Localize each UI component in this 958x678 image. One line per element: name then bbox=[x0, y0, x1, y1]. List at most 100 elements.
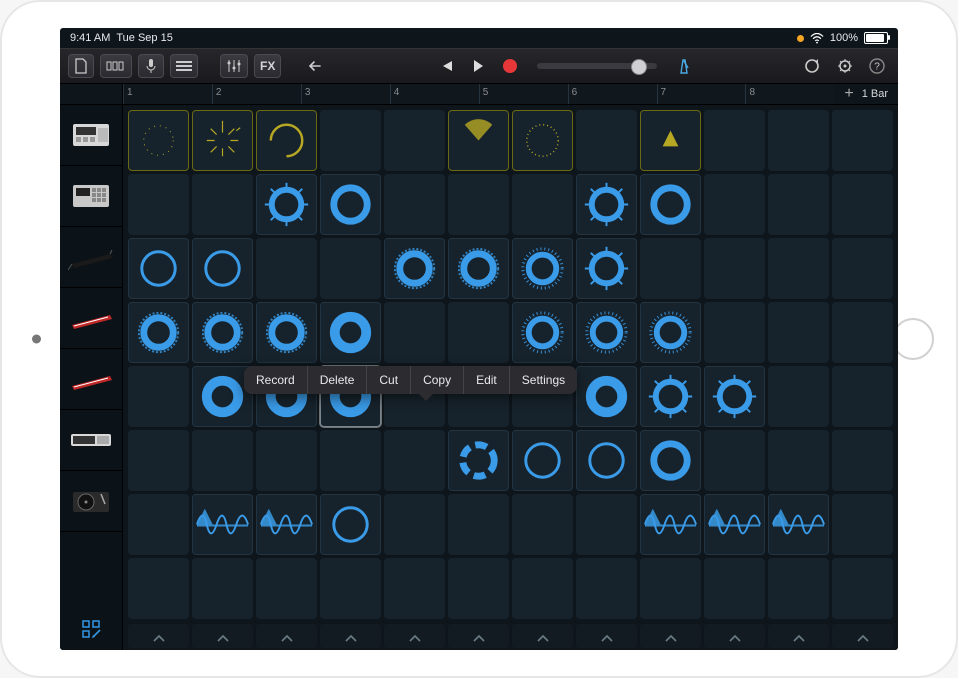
loop-cell[interactable] bbox=[832, 302, 893, 363]
loop-cell[interactable] bbox=[832, 494, 893, 555]
loop-cell-filled[interactable] bbox=[704, 494, 765, 555]
loop-cell[interactable] bbox=[704, 110, 765, 171]
loop-cell-filled[interactable] bbox=[512, 238, 573, 299]
loop-cell-filled[interactable] bbox=[128, 302, 189, 363]
track-header-keyboard-red-1[interactable] bbox=[60, 288, 122, 349]
loop-cell-filled[interactable] bbox=[640, 302, 701, 363]
loop-cell-filled[interactable] bbox=[576, 302, 637, 363]
record-button[interactable] bbox=[497, 54, 523, 78]
context-menu-item-cut[interactable]: Cut bbox=[367, 366, 411, 394]
master-volume-slider[interactable] bbox=[537, 63, 657, 69]
loop-cell[interactable] bbox=[704, 302, 765, 363]
my-songs-button[interactable] bbox=[68, 54, 94, 78]
loop-cell[interactable] bbox=[320, 110, 381, 171]
browser-button[interactable] bbox=[100, 54, 132, 78]
column-trigger[interactable] bbox=[384, 624, 445, 648]
loop-cell-filled[interactable] bbox=[192, 494, 253, 555]
loop-cell[interactable] bbox=[128, 174, 189, 235]
loop-cell[interactable] bbox=[512, 494, 573, 555]
track-header-keyboard-red-2[interactable] bbox=[60, 349, 122, 410]
loop-cell[interactable] bbox=[768, 366, 829, 427]
loop-cell-filled[interactable] bbox=[512, 110, 573, 171]
loop-cell-filled[interactable] bbox=[192, 110, 253, 171]
loop-cell-filled[interactable] bbox=[640, 494, 701, 555]
metronome-button[interactable] bbox=[671, 54, 697, 78]
loop-cell[interactable] bbox=[832, 238, 893, 299]
loop-cell-filled[interactable] bbox=[640, 174, 701, 235]
loop-cell[interactable] bbox=[768, 302, 829, 363]
loop-cell[interactable] bbox=[192, 174, 253, 235]
loop-cell-filled[interactable] bbox=[256, 174, 317, 235]
loop-cell-filled[interactable] bbox=[704, 366, 765, 427]
column-trigger[interactable] bbox=[256, 624, 317, 648]
loop-cell[interactable] bbox=[256, 430, 317, 491]
settings-button[interactable] bbox=[832, 54, 858, 78]
loop-cell-filled[interactable] bbox=[576, 238, 637, 299]
loop-cell[interactable] bbox=[768, 430, 829, 491]
loop-cell[interactable] bbox=[384, 430, 445, 491]
loop-cell[interactable] bbox=[384, 494, 445, 555]
context-menu-item-record[interactable]: Record bbox=[244, 366, 308, 394]
loop-cell[interactable] bbox=[832, 174, 893, 235]
context-menu-item-delete[interactable]: Delete bbox=[308, 366, 368, 394]
loop-cell[interactable] bbox=[576, 110, 637, 171]
loop-cell[interactable] bbox=[448, 494, 509, 555]
loop-cell-filled[interactable] bbox=[448, 110, 509, 171]
loop-cell-filled[interactable] bbox=[576, 366, 637, 427]
track-header-turntable[interactable] bbox=[60, 471, 122, 532]
loop-cell-filled[interactable] bbox=[640, 366, 701, 427]
loop-cell-filled[interactable] bbox=[128, 110, 189, 171]
column-trigger[interactable] bbox=[128, 624, 189, 648]
loop-cell[interactable] bbox=[128, 366, 189, 427]
loop-cell-filled[interactable] bbox=[256, 110, 317, 171]
loop-browser-button[interactable] bbox=[798, 54, 826, 78]
loop-cell-filled[interactable] bbox=[640, 110, 701, 171]
loop-cell[interactable] bbox=[128, 430, 189, 491]
loop-cell-filled[interactable] bbox=[256, 302, 317, 363]
track-header-drum-machine-2[interactable] bbox=[60, 166, 122, 227]
loop-cell[interactable] bbox=[768, 238, 829, 299]
loop-cell[interactable] bbox=[512, 558, 573, 619]
loop-cell[interactable] bbox=[768, 110, 829, 171]
loop-cell[interactable] bbox=[320, 430, 381, 491]
loop-cell[interactable] bbox=[576, 494, 637, 555]
loop-cell[interactable] bbox=[448, 174, 509, 235]
loop-cell[interactable] bbox=[640, 238, 701, 299]
loop-cell-filled[interactable] bbox=[512, 430, 573, 491]
loop-cell[interactable] bbox=[256, 238, 317, 299]
loop-cell-filled[interactable] bbox=[256, 494, 317, 555]
loop-cell[interactable] bbox=[704, 558, 765, 619]
loop-cell-filled[interactable] bbox=[448, 430, 509, 491]
loop-cell-filled[interactable] bbox=[768, 494, 829, 555]
loop-cell[interactable] bbox=[832, 430, 893, 491]
help-button[interactable]: ? bbox=[864, 54, 890, 78]
loop-cell[interactable] bbox=[640, 558, 701, 619]
loop-cell[interactable] bbox=[256, 558, 317, 619]
go-to-beginning-button[interactable] bbox=[433, 54, 459, 78]
loop-cell[interactable] bbox=[128, 494, 189, 555]
track-header-synth[interactable] bbox=[60, 410, 122, 471]
fx-button[interactable]: FX bbox=[254, 54, 281, 78]
loop-cell-filled[interactable] bbox=[320, 302, 381, 363]
loop-cell[interactable] bbox=[768, 558, 829, 619]
loop-cell[interactable] bbox=[704, 174, 765, 235]
column-trigger[interactable] bbox=[576, 624, 637, 648]
loop-cell[interactable] bbox=[384, 558, 445, 619]
column-trigger[interactable] bbox=[704, 624, 765, 648]
loop-cell-filled[interactable] bbox=[512, 302, 573, 363]
loop-cell[interactable] bbox=[320, 558, 381, 619]
play-button[interactable] bbox=[465, 54, 491, 78]
snap-value[interactable]: 1 Bar bbox=[862, 88, 888, 100]
loop-cell[interactable] bbox=[832, 558, 893, 619]
mixer-button[interactable] bbox=[220, 54, 248, 78]
loop-cell[interactable] bbox=[128, 558, 189, 619]
loop-cell[interactable] bbox=[384, 174, 445, 235]
context-menu-item-edit[interactable]: Edit bbox=[464, 366, 510, 394]
context-menu-item-copy[interactable]: Copy bbox=[411, 366, 464, 394]
loop-cell-filled[interactable] bbox=[448, 238, 509, 299]
column-trigger[interactable] bbox=[320, 624, 381, 648]
loop-cell[interactable] bbox=[320, 238, 381, 299]
loop-cell[interactable] bbox=[704, 430, 765, 491]
column-trigger[interactable] bbox=[832, 624, 893, 648]
loop-cell-filled[interactable] bbox=[576, 430, 637, 491]
